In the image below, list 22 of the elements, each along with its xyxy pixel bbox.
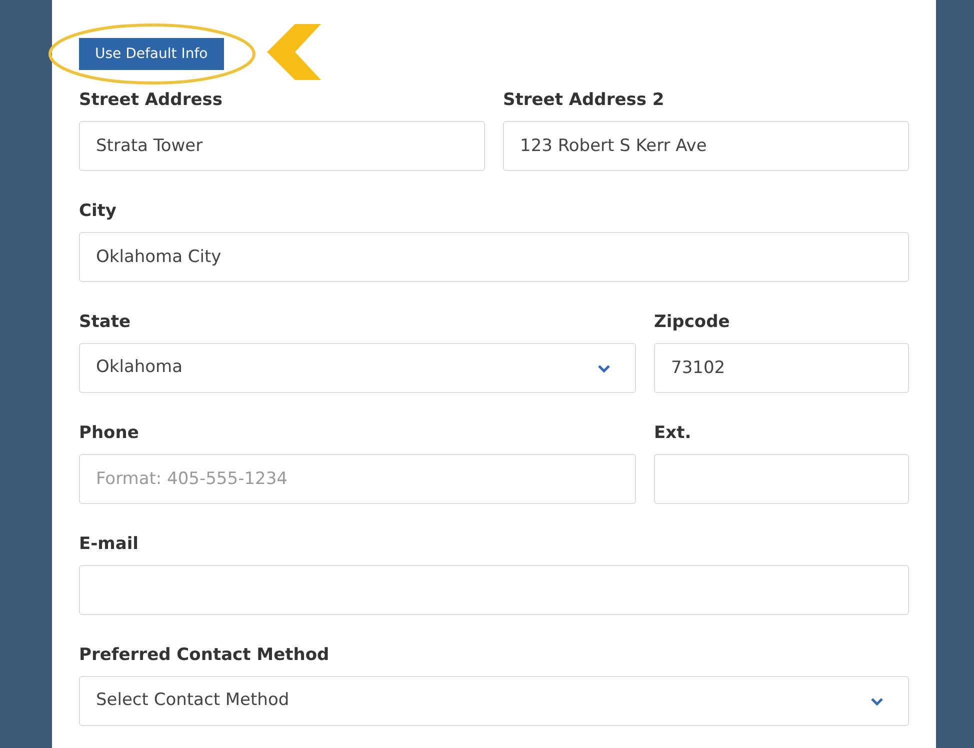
field-label: Ext. [654, 423, 692, 443]
pointer-arrow-icon [267, 24, 323, 80]
field-label: State [79, 312, 132, 332]
field-label: E-mail [79, 534, 140, 554]
input-field[interactable] [79, 565, 909, 615]
chevron-down-icon [597, 364, 611, 372]
field-label: Street Address [79, 90, 224, 110]
field-label: Preferred Contact Method [79, 645, 330, 665]
input-field[interactable]: Oklahoma City [79, 232, 909, 282]
use-default-info-button[interactable]: Use Default Info [79, 38, 224, 70]
input-field[interactable]: 73102 [654, 343, 909, 393]
input-field[interactable]: Strata Tower [79, 121, 485, 171]
field-label: Street Address 2 [503, 90, 666, 110]
input-field[interactable]: Format: 405-555-1234 [79, 454, 636, 504]
chevron-down-icon [870, 696, 884, 706]
input-field[interactable]: 123 Robert S Kerr Ave [503, 121, 909, 171]
field-label: City [79, 201, 118, 221]
field-label: Zipcode [654, 312, 731, 332]
field-label: Phone [79, 423, 140, 443]
input-field[interactable] [654, 454, 909, 504]
select-field[interactable]: Oklahoma [79, 343, 636, 393]
select-field[interactable]: Select Contact Method [79, 676, 909, 726]
